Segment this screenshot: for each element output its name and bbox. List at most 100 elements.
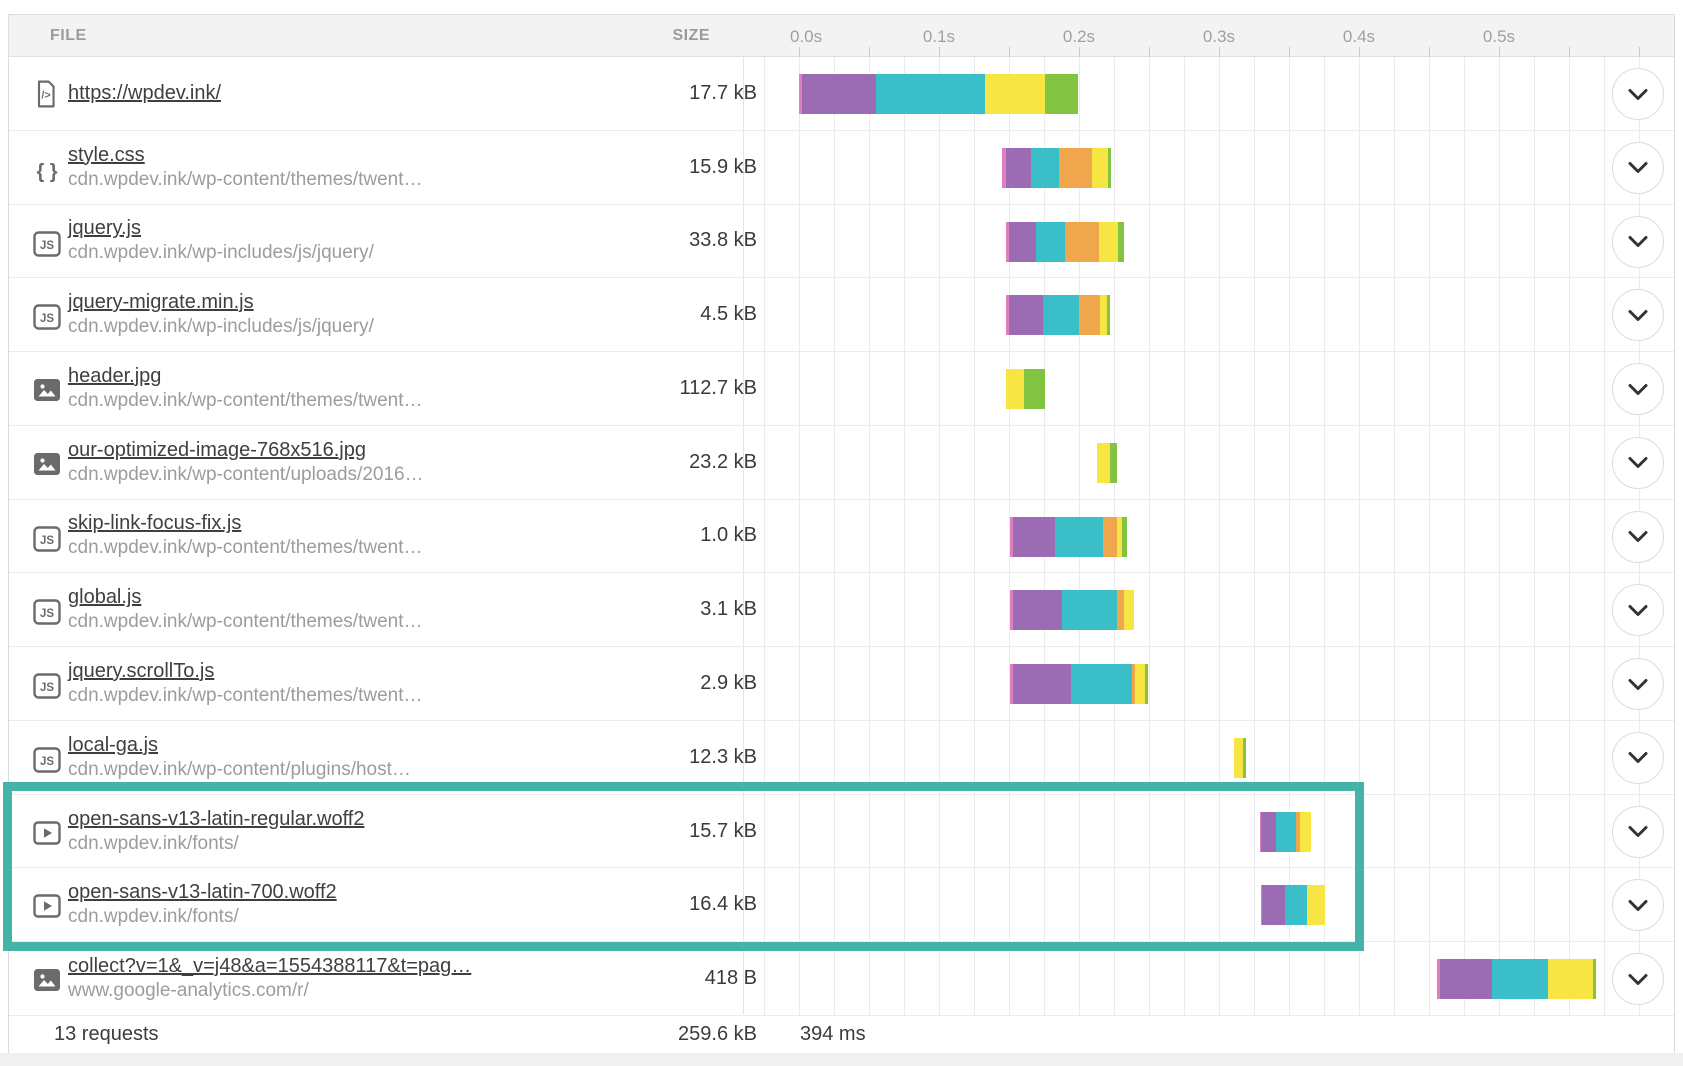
file-link[interactable]: jquery.js — [68, 217, 374, 239]
expand-row-button[interactable] — [1612, 68, 1664, 120]
file-size: 15.7 kB — [689, 795, 757, 868]
bar-segment-green — [1118, 222, 1124, 262]
bar-segment-purple — [1009, 295, 1043, 335]
expand-row-button[interactable] — [1612, 289, 1664, 341]
table-header: FILE SIZE 0.0s0.1s0.2s0.3s0.4s0.5s — [9, 15, 1674, 57]
table-row: collect?v=1&_v=j48&a=1554388117&t=pag… w… — [9, 942, 1674, 1016]
table-row: open-sans-v13-latin-regular.woff2 cdn.wp… — [9, 795, 1674, 869]
chevron-down-icon — [1627, 604, 1649, 617]
bar-segment-yellow — [1100, 295, 1107, 335]
chevron-down-icon — [1627, 530, 1649, 543]
time-axis-tick — [1219, 47, 1220, 56]
time-axis-tick — [799, 47, 800, 56]
file-info: jquery.js cdn.wpdev.ink/wp-includes/js/j… — [68, 205, 374, 278]
bar-segment-orange — [1103, 517, 1117, 557]
waterfall-table: FILE SIZE 0.0s0.1s0.2s0.3s0.4s0.5s /> ht… — [8, 14, 1675, 1053]
bar-segment-purple — [802, 74, 876, 114]
image-icon — [33, 968, 61, 996]
file-info: https://wpdev.ink/ — [68, 57, 221, 130]
time-axis-tick — [1149, 47, 1150, 56]
bar-segment-purple — [1440, 959, 1492, 999]
file-link[interactable]: style.css — [68, 144, 423, 166]
file-link[interactable]: header.jpg — [68, 365, 423, 387]
expand-row-button[interactable] — [1612, 584, 1664, 636]
js-icon: JS — [33, 599, 61, 627]
file-link[interactable]: open-sans-v13-latin-regular.woff2 — [68, 808, 364, 830]
file-link[interactable]: local-ga.js — [68, 734, 411, 756]
chevron-down-icon — [1627, 383, 1649, 396]
expand-row-button[interactable] — [1612, 806, 1664, 858]
bar-segment-yellow — [1006, 369, 1024, 409]
js-icon: JS — [33, 747, 61, 775]
file-size: 3.1 kB — [700, 573, 757, 646]
file-link[interactable]: jquery-migrate.min.js — [68, 291, 374, 313]
file-info: jquery.scrollTo.js cdn.wpdev.ink/wp-cont… — [68, 647, 423, 720]
file-size: 2.9 kB — [700, 647, 757, 720]
file-size: 23.2 kB — [689, 426, 757, 499]
file-info: our-optimized-image-768x516.jpg cdn.wpde… — [68, 426, 424, 499]
bar-segment-teal — [1492, 959, 1548, 999]
time-axis-label: 0.3s — [1203, 27, 1235, 47]
bar-segment-green — [1024, 369, 1045, 409]
bar-segment-green — [1593, 959, 1596, 999]
expand-row-button[interactable] — [1612, 658, 1664, 710]
bar-segment-green — [1145, 664, 1148, 704]
file-info: global.js cdn.wpdev.ink/wp-content/theme… — [68, 573, 423, 646]
time-axis-tick — [1289, 47, 1290, 56]
bar-segment-orange — [1117, 590, 1124, 630]
svg-text:/>: /> — [41, 89, 50, 101]
table-footer: 13 requests 259.6 kB 394 ms — [9, 1016, 1674, 1053]
file-link[interactable]: collect?v=1&_v=j48&a=1554388117&t=pag… — [68, 955, 471, 977]
bar-segment-green — [1108, 148, 1111, 188]
expand-row-button[interactable] — [1612, 732, 1664, 784]
time-axis-tick — [1079, 47, 1080, 56]
file-size: 4.5 kB — [700, 278, 757, 351]
table-row: our-optimized-image-768x516.jpg cdn.wpde… — [9, 426, 1674, 500]
svg-text:JS: JS — [40, 313, 54, 325]
file-url: www.google-analytics.com/r/ — [68, 980, 471, 1002]
time-axis-tick — [1359, 47, 1360, 56]
css-icon: { } — [33, 157, 61, 185]
time-axis-tick — [1429, 47, 1430, 56]
bar-segment-green — [1045, 74, 1077, 114]
file-url: cdn.wpdev.ink/wp-content/plugins/host… — [68, 759, 411, 781]
bar-segment-yellow — [1099, 222, 1119, 262]
file-info: open-sans-v13-latin-700.woff2 cdn.wpdev.… — [68, 868, 337, 941]
bar-segment-purple — [1262, 885, 1284, 925]
js-icon: JS — [33, 526, 61, 554]
table-row: open-sans-v13-latin-700.woff2 cdn.wpdev.… — [9, 868, 1674, 942]
file-info: header.jpg cdn.wpdev.ink/wp-content/them… — [68, 352, 423, 425]
bar-segment-yellow — [1307, 885, 1325, 925]
file-link[interactable]: our-optimized-image-768x516.jpg — [68, 439, 424, 461]
svg-text:JS: JS — [40, 535, 54, 547]
chevron-down-icon — [1627, 751, 1649, 764]
file-url: cdn.wpdev.ink/wp-content/themes/twent… — [68, 390, 423, 412]
expand-row-button[interactable] — [1612, 511, 1664, 563]
file-link[interactable]: open-sans-v13-latin-700.woff2 — [68, 881, 337, 903]
bar-segment-yellow — [1092, 148, 1109, 188]
expand-row-button[interactable] — [1612, 437, 1664, 489]
file-url: cdn.wpdev.ink/fonts/ — [68, 833, 364, 855]
file-link[interactable]: skip-link-focus-fix.js — [68, 512, 423, 534]
time-axis-tick — [1639, 47, 1640, 56]
file-link[interactable]: jquery.scrollTo.js — [68, 660, 423, 682]
bar-segment-yellow — [1300, 812, 1311, 852]
file-link[interactable]: https://wpdev.ink/ — [68, 82, 221, 104]
expand-row-button[interactable] — [1612, 216, 1664, 268]
time-axis-tick — [1569, 47, 1570, 56]
file-info: open-sans-v13-latin-regular.woff2 cdn.wp… — [68, 795, 364, 868]
chevron-down-icon — [1627, 973, 1649, 986]
svg-text:JS: JS — [40, 240, 54, 252]
bar-segment-orange — [1079, 295, 1100, 335]
bar-segment-green — [1122, 517, 1126, 557]
expand-row-button[interactable] — [1612, 879, 1664, 931]
file-info: style.css cdn.wpdev.ink/wp-content/theme… — [68, 131, 423, 204]
bar-segment-purple — [1013, 590, 1062, 630]
file-url: cdn.wpdev.ink/wp-content/themes/twent… — [68, 611, 423, 633]
file-size: 1.0 kB — [700, 500, 757, 573]
expand-row-button[interactable] — [1612, 363, 1664, 415]
expand-row-button[interactable] — [1612, 953, 1664, 1005]
expand-row-button[interactable] — [1612, 142, 1664, 194]
file-link[interactable]: global.js — [68, 586, 423, 608]
bar-segment-purple — [1013, 664, 1070, 704]
